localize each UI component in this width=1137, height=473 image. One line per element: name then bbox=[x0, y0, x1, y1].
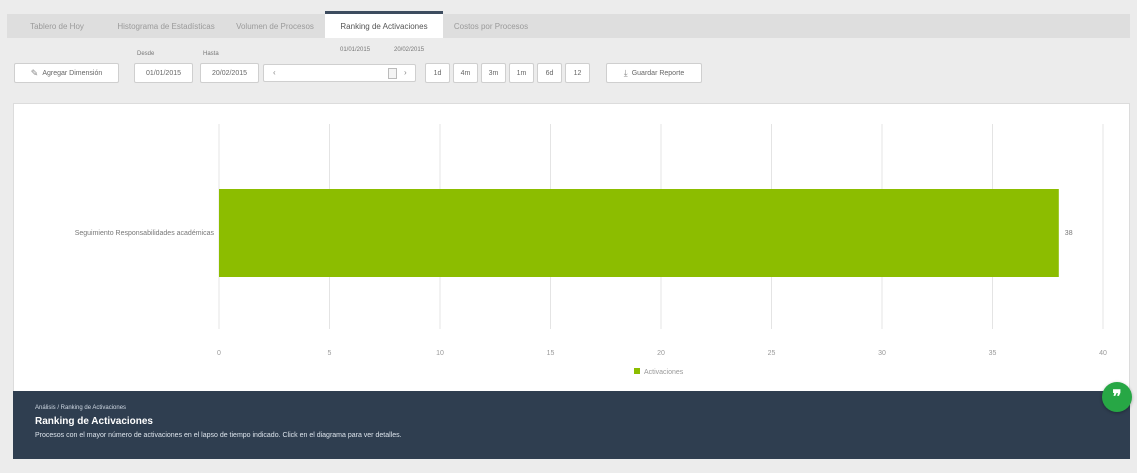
data-label-0: 38 bbox=[1065, 230, 1073, 237]
time-button-4m[interactable]: 4m bbox=[453, 63, 478, 83]
hasta-label: Hasta bbox=[203, 51, 219, 57]
time-button-1d[interactable]: 1d bbox=[425, 63, 450, 83]
legend-label: Activaciones bbox=[644, 369, 684, 376]
x-tick-label-4: 20 bbox=[657, 350, 665, 357]
x-tick-label-6: 30 bbox=[878, 350, 886, 357]
x-tick-label-3: 15 bbox=[547, 350, 555, 357]
tab-ranking-de-activaciones[interactable]: Ranking de Activaciones bbox=[325, 11, 443, 38]
x-tick-label-5: 25 bbox=[768, 350, 776, 357]
category-label-0: Seguimiento Responsabilidades académicas bbox=[75, 230, 215, 237]
report-tabs: Tablero de Hoy Histograma de Estadística… bbox=[7, 11, 1130, 38]
quote-icon: ❞ bbox=[1112, 387, 1122, 407]
range-start-text: 01/01/2015 bbox=[340, 47, 371, 53]
x-tick-label-8: 40 bbox=[1099, 350, 1107, 357]
x-tick-label-1: 5 bbox=[328, 350, 332, 357]
desde-label: Desde bbox=[137, 51, 155, 57]
tab-tablero-de-hoy[interactable]: Tablero de Hoy bbox=[7, 14, 107, 38]
breadcrumb: Análisis / Ranking de Activaciones bbox=[35, 405, 127, 411]
slider-left-arrow-icon[interactable]: ‹ bbox=[273, 68, 276, 77]
x-tick-label-0: 0 bbox=[217, 350, 221, 357]
desde-date-input[interactable]: 01/01/2015 bbox=[134, 63, 193, 83]
report-title: Ranking de Activaciones bbox=[35, 416, 153, 427]
slider-right-arrow-icon[interactable]: › bbox=[404, 68, 407, 77]
chart-panel: 0 5 10 15 20 25 30 35 40 Seguimiento Responsabili… bbox=[13, 103, 1130, 392]
pencil-icon: ✎ bbox=[30, 67, 39, 78]
tab-volumen-de-procesos[interactable]: Volumen de Procesos bbox=[225, 14, 325, 38]
download-icon: ⤓ bbox=[623, 67, 628, 78]
time-button-12[interactable]: 12 bbox=[565, 63, 590, 83]
tab-histograma[interactable]: Histograma de Estadísticas bbox=[107, 14, 225, 38]
range-end-text: 20/02/2015 bbox=[394, 47, 425, 53]
x-tick-label-2: 10 bbox=[436, 350, 444, 357]
slider-handle[interactable] bbox=[388, 68, 397, 79]
time-button-3m[interactable]: 3m bbox=[481, 63, 506, 83]
tab-costos-por-procesos[interactable]: Costos por Procesos bbox=[443, 14, 539, 38]
hasta-date-input[interactable]: 20/02/2015 bbox=[200, 63, 259, 83]
report-description: Procesos con el mayor número de activaci… bbox=[35, 432, 402, 439]
quote-action-button[interactable]: ❞ bbox=[1102, 382, 1132, 412]
add-dimension-button[interactable]: ✎ Agregar Dimensión bbox=[14, 63, 119, 83]
activations-bar-chart[interactable]: 0 5 10 15 20 25 30 35 40 Seguimiento Responsabili… bbox=[14, 104, 1131, 393]
legend-swatch bbox=[634, 368, 640, 374]
date-range-slider[interactable]: ‹ › bbox=[263, 64, 416, 82]
save-report-button[interactable]: ⤓ Guardar Reporte bbox=[606, 63, 702, 83]
time-button-1m[interactable]: 1m bbox=[509, 63, 534, 83]
add-dimension-label: Agregar Dimensión bbox=[42, 69, 103, 77]
x-tick-label-7: 35 bbox=[989, 350, 997, 357]
bar-0[interactable] bbox=[219, 189, 1059, 277]
save-report-label: Guardar Reporte bbox=[631, 69, 685, 77]
time-button-6d[interactable]: 6d bbox=[537, 63, 562, 83]
report-info-footer: Análisis / Ranking de Activaciones Ranki… bbox=[13, 391, 1130, 459]
